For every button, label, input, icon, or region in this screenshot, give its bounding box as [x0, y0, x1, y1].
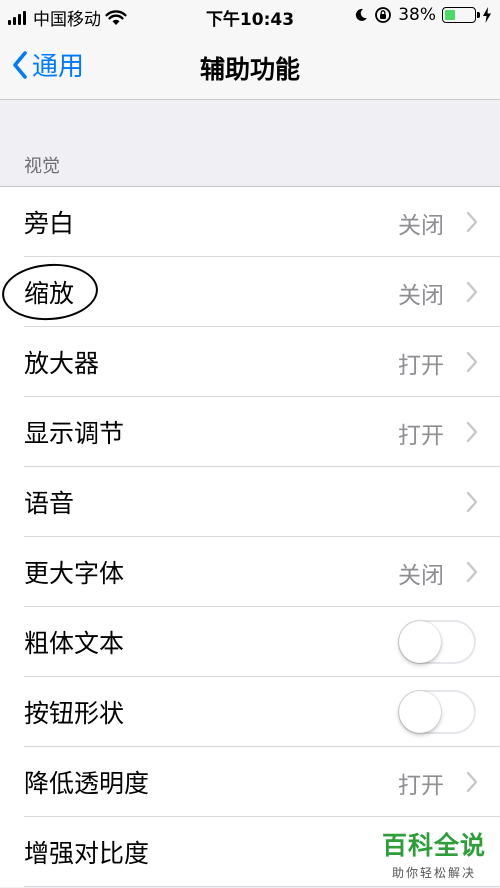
page-title: 辅助功能 — [199, 55, 300, 84]
settings-row[interactable]: 降低透明度 打开 — [0, 747, 500, 817]
settings-row-value: 关闭 — [398, 213, 444, 239]
settings-row-label: 更大字体 — [24, 559, 125, 588]
section-header: 视觉 — [24, 156, 60, 177]
settings-row-label: 语音 — [24, 489, 75, 518]
chevron-right-icon — [466, 561, 478, 583]
settings-row[interactable]: 更大字体 关闭 — [0, 537, 500, 607]
settings-row-value: 打开 — [398, 353, 444, 379]
chevron-right-icon — [466, 491, 478, 513]
chevron-right-icon — [466, 771, 478, 793]
chevron-right-icon — [466, 351, 478, 373]
settings-row-label: 显示调节 — [24, 419, 125, 448]
settings-row[interactable]: 显示调节 打开 — [0, 397, 500, 467]
watermark-brand: 百科全说 — [381, 831, 486, 860]
settings-row-label: 增强对比度 — [24, 839, 150, 868]
chevron-right-icon — [466, 421, 478, 443]
settings-row-label: 按钮形状 — [24, 699, 125, 728]
chevron-right-icon — [466, 281, 478, 303]
settings-row-label: 粗体文本 — [24, 629, 125, 658]
watermark-slogan: 助你轻松解决 — [391, 866, 476, 880]
settings-row-value: 关闭 — [398, 283, 444, 309]
settings-row-value: 打开 — [398, 773, 444, 799]
settings-row-value: 关闭 — [398, 563, 444, 589]
chevron-right-icon — [466, 211, 478, 233]
toggle-knob — [399, 621, 441, 663]
battery-icon — [442, 7, 480, 23]
battery-percent: 38% — [398, 5, 436, 25]
watermark: 百科全说 助你轻松解决 — [382, 826, 486, 881]
settings-row[interactable]: 旁白 关闭 — [0, 187, 500, 257]
settings-row-label: 旁白 — [24, 209, 75, 238]
navigation-bar: 通用 辅助功能 — [0, 32, 500, 100]
status-right: 38% — [354, 5, 492, 25]
charging-bolt-icon — [483, 7, 491, 23]
status-bar: 中国移动 下午10:43 38% — [0, 0, 500, 32]
settings-row[interactable]: 按钮形状 — [0, 677, 500, 747]
toggle-switch[interactable] — [398, 620, 476, 664]
settings-row[interactable]: 语音 — [0, 467, 500, 537]
settings-row[interactable]: 粗体文本 — [0, 607, 500, 677]
toggle-switch[interactable] — [398, 690, 476, 734]
toggle-knob — [399, 691, 441, 733]
settings-row-label: 放大器 — [24, 349, 100, 378]
moon-icon — [356, 8, 368, 21]
rotation-lock-icon — [375, 7, 392, 23]
battery-fill — [445, 10, 455, 20]
settings-row[interactable]: 放大器 打开 — [0, 327, 500, 397]
settings-row-label: 降低透明度 — [24, 769, 150, 798]
settings-row-value: 打开 — [398, 423, 444, 449]
